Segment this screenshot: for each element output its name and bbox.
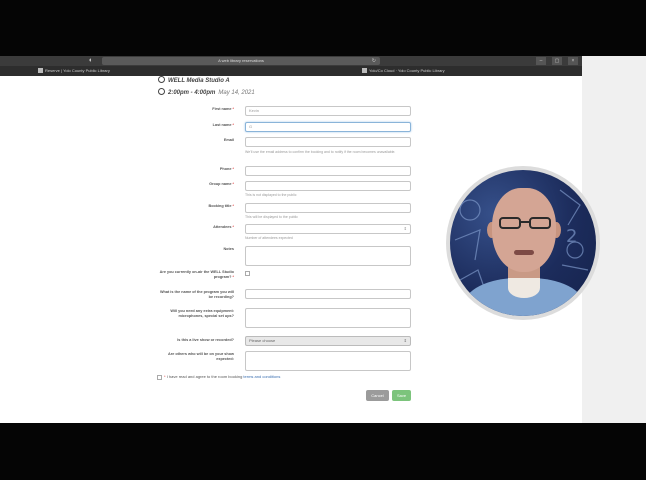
maximize-icon[interactable]: ▢ bbox=[552, 57, 562, 65]
url-text: A web library reservations bbox=[218, 58, 264, 63]
notes-label: Notes bbox=[223, 247, 234, 251]
other-people-label: Are others who will be on your show expe… bbox=[167, 352, 234, 361]
spinner-icon[interactable]: ⇕ bbox=[404, 225, 407, 233]
clock-icon bbox=[158, 88, 165, 95]
booking-title-help: This will be displayed to the public bbox=[245, 215, 298, 219]
notes-textarea[interactable] bbox=[245, 246, 411, 266]
booking-title-label: Booking title * bbox=[208, 204, 234, 208]
live-show-selected: Please choose bbox=[249, 338, 276, 343]
group-name-help: This is not displayed to the public bbox=[245, 193, 297, 197]
glasses-icon bbox=[499, 217, 551, 229]
room-name: WELL Media Studio A bbox=[168, 78, 230, 84]
presenter-mouth bbox=[514, 250, 534, 255]
url-bar[interactable]: A web library reservations ↻ bbox=[102, 57, 380, 65]
last-name-label: Last name * bbox=[212, 123, 234, 127]
current-series-checkbox[interactable] bbox=[245, 271, 250, 276]
attendees-label: Attendees * bbox=[213, 225, 234, 229]
last-name-input[interactable]: G bbox=[245, 122, 411, 132]
reload-icon[interactable]: ↻ bbox=[372, 57, 376, 65]
event-date: May 14, 2021 bbox=[218, 90, 255, 96]
phone-input[interactable] bbox=[245, 166, 411, 176]
equipment-textarea[interactable] bbox=[245, 308, 411, 328]
email-label: Email bbox=[223, 138, 234, 142]
favicon-icon bbox=[38, 68, 43, 73]
event-room: WELL Media Studio A bbox=[158, 76, 230, 84]
tab-cloud[interactable]: Yolo/Co Cloud · Yolo County Public Libra… bbox=[362, 67, 445, 75]
tab-label: Yolo/Co Cloud · Yolo County Public Libra… bbox=[369, 68, 445, 73]
svg-text:2: 2 bbox=[566, 226, 577, 247]
favicon-icon bbox=[362, 68, 367, 73]
updown-caret-icon: ⇕ bbox=[403, 338, 407, 343]
browser-toolbar: ◐ A web library reservations ↻ – ▢ × bbox=[0, 56, 582, 66]
equipment-label: Will you need any extra equipment: micro… bbox=[170, 309, 234, 318]
attendees-input[interactable]: ⇕ bbox=[245, 224, 411, 234]
cancel-button[interactable]: Cancel bbox=[366, 390, 389, 401]
first-name-label: First name * bbox=[212, 107, 234, 111]
minimize-icon[interactable]: – bbox=[536, 57, 546, 65]
tab-reserve[interactable]: Reserve | Yolo County Public Library bbox=[38, 67, 110, 75]
phone-label: Phone * bbox=[219, 167, 234, 171]
live-show-select[interactable]: Please choose ⇕ bbox=[245, 336, 411, 346]
presenter-collar bbox=[508, 278, 540, 298]
tab-bar: Reserve | Yolo County Public Library Yol… bbox=[0, 66, 582, 76]
tab-label: Reserve | Yolo County Public Library bbox=[45, 68, 110, 73]
time-range: 2:00pm - 4:00pm bbox=[168, 90, 216, 96]
attendees-help: Number of attendees expected bbox=[245, 236, 293, 240]
clock-icon bbox=[158, 76, 165, 83]
group-name-input[interactable] bbox=[245, 181, 411, 191]
current-series-label: Are you currently on-air the WELL Studio… bbox=[159, 270, 234, 279]
close-icon[interactable]: × bbox=[568, 57, 578, 65]
terms-checkbox[interactable] bbox=[157, 375, 162, 380]
event-time: 2:00pm - 4:00pm May 14, 2021 bbox=[158, 88, 255, 96]
terms-link[interactable]: terms and conditions bbox=[243, 374, 280, 379]
program-name-input[interactable] bbox=[245, 289, 411, 299]
group-name-label: Group name * bbox=[209, 182, 234, 186]
first-name-input[interactable]: Kevin bbox=[245, 106, 411, 116]
webcam-overlay: 2 bbox=[446, 166, 600, 320]
presenter-video: 2 bbox=[450, 170, 596, 316]
shield-icon[interactable]: ◐ bbox=[86, 57, 96, 65]
live-show-label: Is this a live show or recorded? bbox=[177, 338, 234, 342]
program-name-label: What is the name of the program you will… bbox=[159, 290, 234, 299]
terms-text: * I have read and agree to the room book… bbox=[164, 374, 281, 379]
other-people-textarea[interactable] bbox=[245, 351, 411, 371]
presenter-head bbox=[492, 188, 556, 272]
save-button[interactable]: Save bbox=[392, 390, 411, 401]
email-help: We'll use the email address to confirm t… bbox=[245, 150, 396, 154]
booking-title-input[interactable] bbox=[245, 203, 411, 213]
email-input[interactable] bbox=[245, 137, 411, 147]
